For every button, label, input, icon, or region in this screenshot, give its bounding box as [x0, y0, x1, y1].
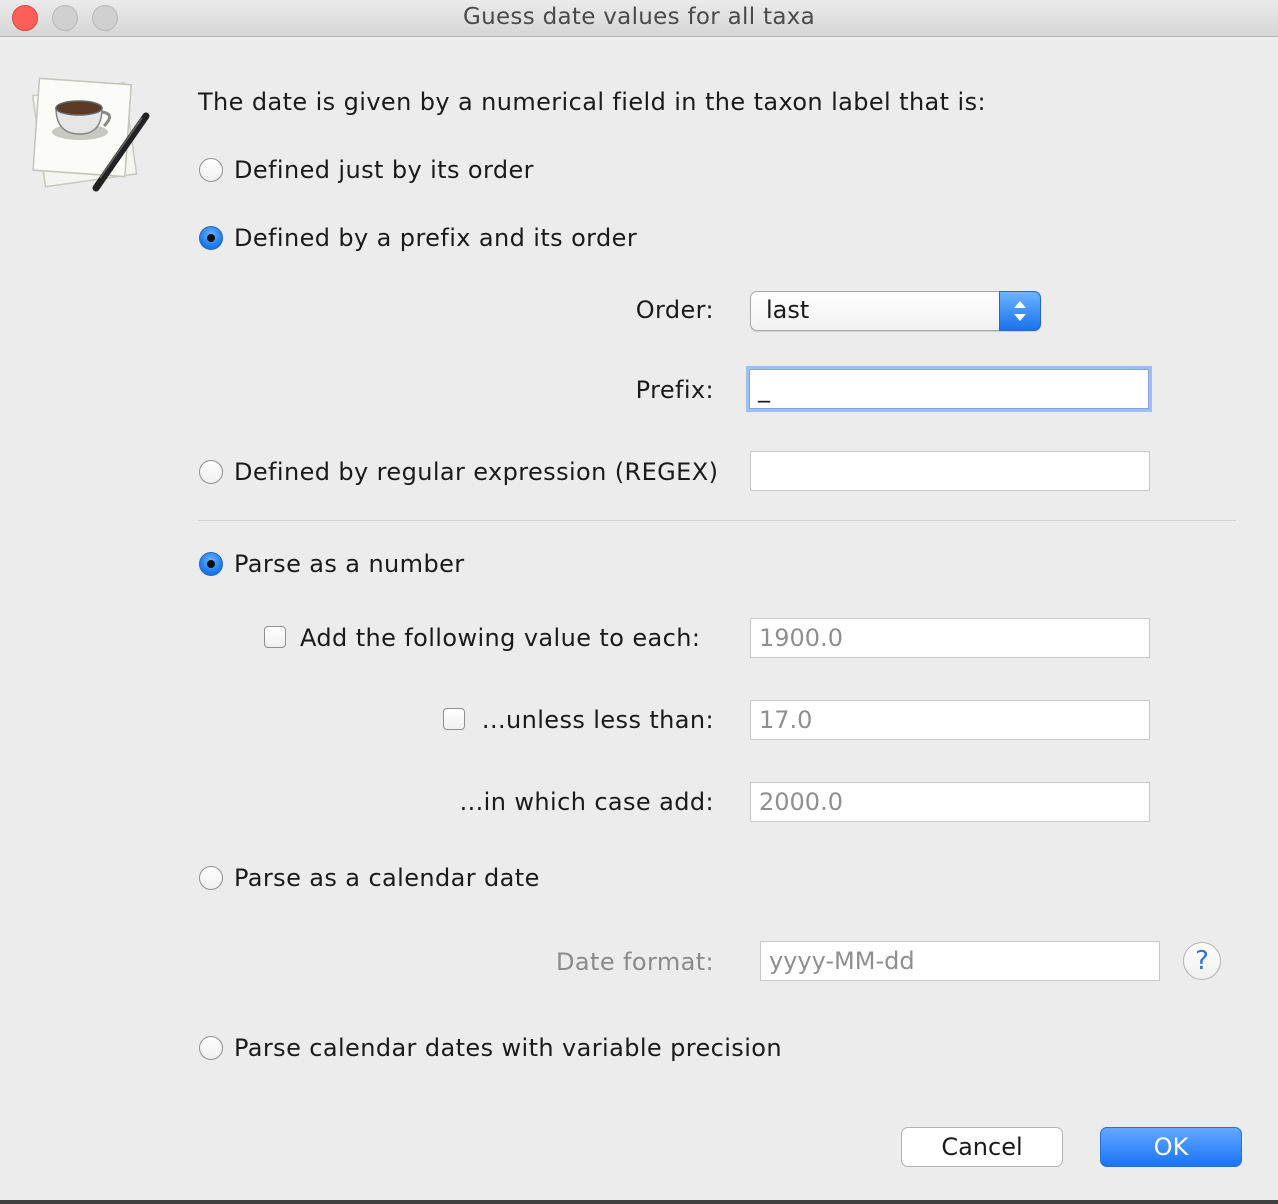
updown-arrows-icon — [999, 291, 1041, 331]
add-value-input[interactable]: 1900.0 — [750, 618, 1150, 658]
question-mark-icon[interactable]: ? — [1183, 942, 1221, 980]
ok-button[interactable]: OK — [1100, 1127, 1242, 1167]
radio-defined-by-regex-label[interactable]: Defined by regular expression (REGEX) — [234, 458, 718, 486]
in-which-case-add-label: ...in which case add: — [459, 788, 714, 816]
window-title: Guess date values for all taxa — [462, 4, 816, 30]
date-format-label: Date format: — [556, 948, 714, 976]
cancel-button[interactable]: Cancel — [901, 1127, 1063, 1167]
unless-less-than-label[interactable]: ...unless less than: — [474, 706, 714, 734]
radio-variable-precision-label[interactable]: Parse calendar dates with variable preci… — [234, 1034, 782, 1062]
radio-variable-precision[interactable] — [199, 1036, 223, 1060]
in-which-case-add-input[interactable]: 2000.0 — [750, 782, 1150, 822]
prefix-label: Prefix: — [635, 376, 714, 404]
regex-input[interactable] — [750, 451, 1150, 491]
intro-text: The date is given by a numerical field i… — [198, 88, 986, 116]
order-select-value: last — [766, 296, 810, 324]
radio-parse-number-label[interactable]: Parse as a number — [234, 550, 465, 578]
radio-defined-by-order-label[interactable]: Defined just by its order — [234, 156, 534, 184]
title-bar: Guess date values for all taxa — [0, 0, 1278, 37]
order-label: Order: — [635, 296, 714, 324]
radio-defined-by-order[interactable] — [199, 158, 223, 182]
coffee-cup-pen-icon — [31, 77, 150, 192]
radio-parse-calendar-label[interactable]: Parse as a calendar date — [234, 864, 540, 892]
radio-defined-by-prefix[interactable] — [199, 226, 223, 250]
add-value-checkbox[interactable] — [264, 626, 286, 648]
radio-defined-by-regex[interactable] — [199, 460, 223, 484]
window-bottom-edge — [0, 1200, 1278, 1204]
prefix-input[interactable]: _ — [749, 369, 1149, 409]
date-format-input[interactable]: yyyy-MM-dd — [760, 941, 1160, 981]
order-select[interactable]: last — [750, 291, 1041, 331]
add-value-label[interactable]: Add the following value to each: — [300, 624, 700, 652]
radio-defined-by-prefix-label[interactable]: Defined by a prefix and its order — [234, 224, 637, 252]
radio-parse-calendar[interactable] — [199, 866, 223, 890]
separator — [198, 520, 1236, 521]
unless-less-than-input[interactable]: 17.0 — [750, 700, 1150, 740]
unless-less-than-checkbox[interactable] — [443, 708, 465, 730]
radio-parse-number[interactable] — [199, 552, 223, 576]
